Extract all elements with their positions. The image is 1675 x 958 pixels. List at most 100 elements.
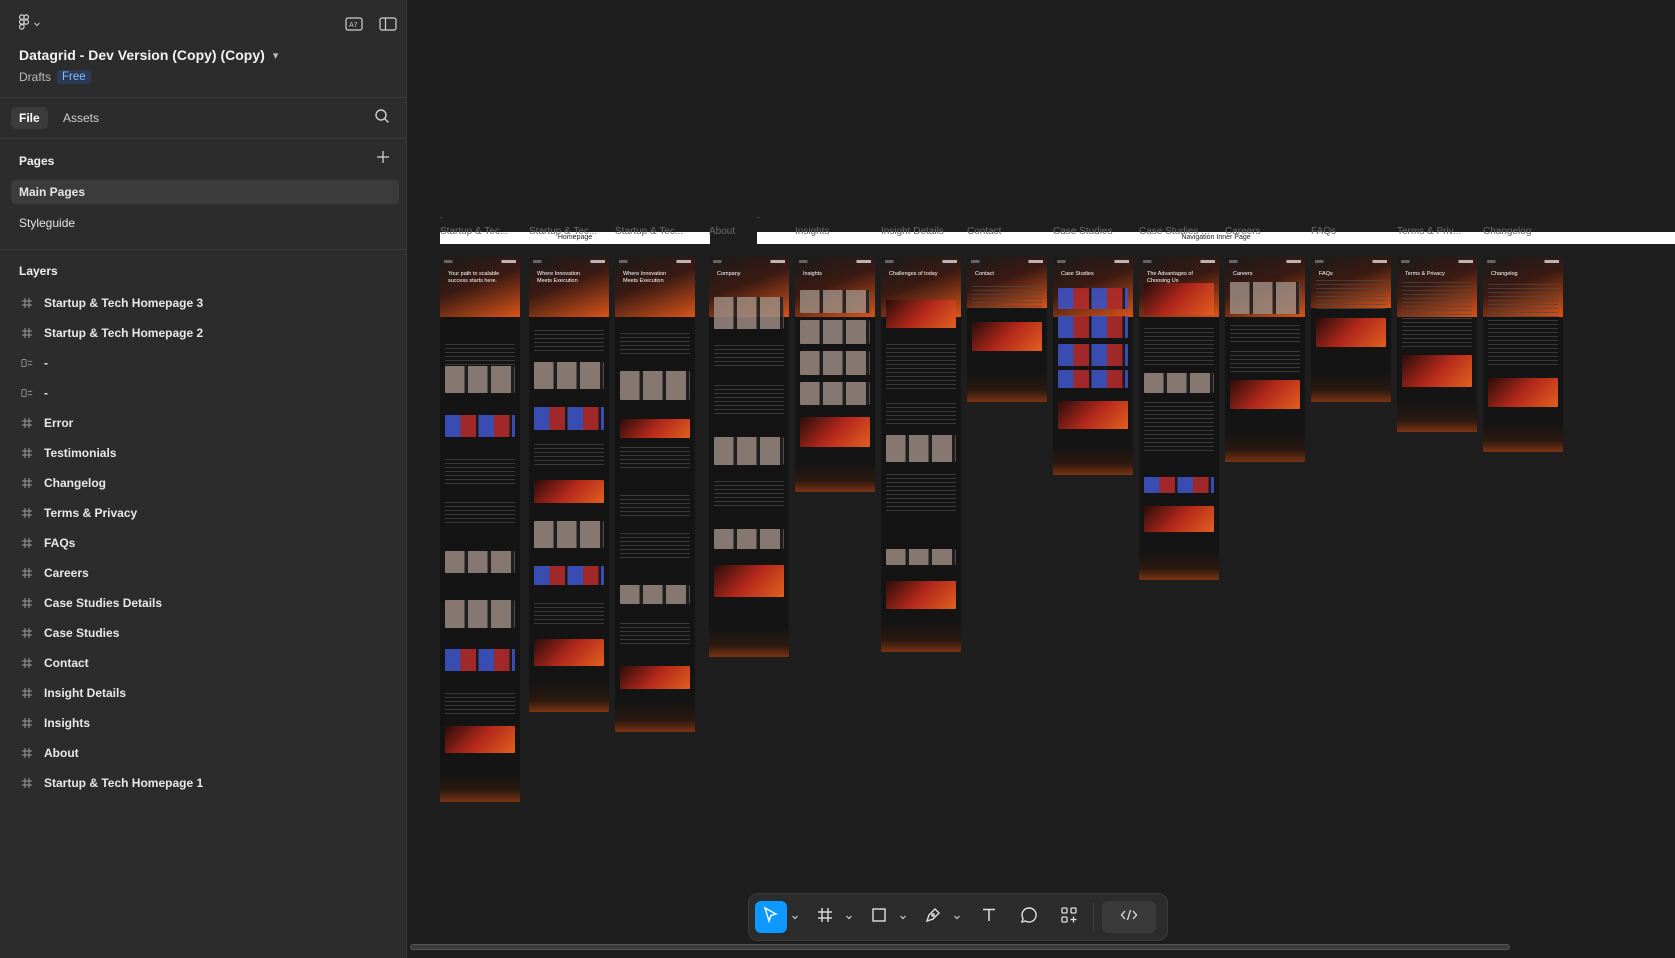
frame-thumbnail[interactable]: Where Innovation Meets Execution [529, 257, 609, 712]
move-tool-button[interactable] [755, 901, 787, 933]
frame-label[interactable]: Contact [967, 226, 1047, 237]
frame-content-block [1401, 355, 1473, 387]
layer-item[interactable]: About [11, 741, 399, 765]
frame-thumbnail[interactable]: FAQs [1311, 257, 1391, 402]
frame-thumbnail[interactable]: The Advantages of Choosing Us [1139, 257, 1219, 580]
frame-hero: Where Innovation Meets Execution [615, 257, 695, 317]
frame-tool-menu[interactable] [843, 901, 855, 933]
tab-file[interactable]: File [11, 107, 48, 129]
layer-item[interactable]: Careers [11, 561, 399, 585]
frame-content-block [444, 693, 516, 715]
design-canvas[interactable]: - Homepage - Navigation Inner Page Start… [407, 0, 1675, 958]
frame-label[interactable]: Insights [795, 226, 875, 237]
dev-mode-toggle[interactable] [1102, 901, 1156, 933]
main-menu-button[interactable] [18, 13, 52, 34]
file-location[interactable]: Drafts [19, 70, 51, 84]
frame-hero-text: Case Studies [1061, 271, 1094, 277]
tab-assets[interactable]: Assets [55, 107, 107, 129]
actions-tool-button[interactable] [1053, 901, 1085, 933]
frame-content-block [713, 345, 785, 369]
frame-tool-button[interactable] [809, 901, 841, 933]
frame-icon [21, 297, 33, 309]
frame-label[interactable]: Changelog [1483, 226, 1563, 237]
file-title-button[interactable]: Datagrid - Dev Version (Copy) (Copy) ▾ [19, 47, 278, 63]
layer-item[interactable]: Terms & Privacy [11, 501, 399, 525]
frame-content-block [444, 344, 516, 366]
layer-item[interactable]: FAQs [11, 531, 399, 555]
layer-item[interactable]: Insights [11, 711, 399, 735]
ai-toggle-button[interactable]: A? [343, 13, 365, 35]
frame-content-block [533, 443, 605, 467]
layer-item[interactable]: - [11, 351, 399, 375]
frame-label[interactable]: Startup & Tec... [529, 226, 609, 237]
layer-item[interactable]: Startup & Tech Homepage 1 [11, 771, 399, 795]
text-tool-button[interactable] [973, 901, 1005, 933]
frame-thumbnail[interactable]: Terms & Privacy [1397, 257, 1477, 432]
layer-item[interactable]: Case Studies [11, 621, 399, 645]
chevron-down-icon [953, 908, 961, 926]
page-item-main-pages[interactable]: Main Pages [11, 180, 399, 204]
layer-item[interactable]: Insight Details [11, 681, 399, 705]
frame-thumbnail[interactable]: Your path to scalable success starts her… [440, 257, 520, 802]
frame-footer [795, 462, 875, 492]
frame-label[interactable]: Careers [1225, 226, 1305, 237]
frame-thumbnail[interactable]: Contact [967, 257, 1047, 402]
frame-thumbnail[interactable]: Challenges of today [881, 257, 961, 652]
layer-item[interactable]: Startup & Tech Homepage 2 [11, 321, 399, 345]
frame-label[interactable]: Case Studies [1053, 226, 1133, 237]
move-tool-menu[interactable] [789, 901, 801, 933]
layer-item[interactable]: Startup & Tech Homepage 3 [11, 291, 399, 315]
file-meta: Drafts Free [19, 70, 91, 84]
frame-content-block [1229, 351, 1301, 372]
layer-item[interactable]: Contact [11, 651, 399, 675]
add-page-button[interactable] [376, 150, 394, 168]
frame-thumbnail[interactable]: Careers [1225, 257, 1305, 462]
frame-thumbnail[interactable]: Where Innovation Meets Execution [615, 257, 695, 732]
pen-tool-button[interactable] [917, 901, 949, 933]
frame-label[interactable]: FAQs [1311, 226, 1391, 237]
frame-label[interactable]: Terms & Priv... [1397, 226, 1477, 237]
frame-icon [21, 417, 33, 429]
frame-content-block [619, 532, 691, 561]
frame-label[interactable]: Insight Details [881, 226, 961, 237]
pages-section: Pages Main Pages Styleguide [0, 139, 406, 250]
horizontal-scrollbar[interactable] [410, 944, 1510, 950]
frame-hero-text: Insights [803, 271, 822, 277]
frame-content-block [885, 580, 957, 609]
search-layers-button[interactable] [374, 108, 394, 128]
frame-label[interactable]: About [709, 226, 789, 237]
shape-tool-menu[interactable] [897, 901, 909, 933]
pen-tool-menu[interactable] [951, 901, 963, 933]
frame-thumbnail[interactable]: Insights [795, 257, 875, 492]
frame-thumbnail[interactable]: Case Studies [1053, 257, 1133, 475]
layer-item[interactable]: Testimonials [11, 441, 399, 465]
frame-content-block [799, 351, 871, 375]
layer-item[interactable]: Case Studies Details [11, 591, 399, 615]
frame-label[interactable]: Startup & Tec... [615, 226, 695, 237]
page-item-styleguide[interactable]: Styleguide [11, 211, 399, 235]
frame-thumbnail[interactable]: Company [709, 257, 789, 657]
layer-item[interactable]: - [11, 381, 399, 405]
pen-icon [924, 906, 942, 929]
frame-footer [967, 372, 1047, 402]
frame-footer [709, 627, 789, 657]
layer-item[interactable]: Changelog [11, 471, 399, 495]
frame-icon [21, 477, 33, 489]
frame-nav [1315, 260, 1387, 263]
shape-tool-button[interactable] [863, 901, 895, 933]
toolbar-divider [1093, 903, 1094, 931]
panel-toggle-button[interactable] [377, 13, 399, 35]
frame-content-block [619, 371, 691, 400]
svg-text:A?: A? [349, 21, 358, 29]
frame-content-block [1143, 505, 1215, 532]
frame-content-block [1229, 324, 1301, 346]
comment-tool-button[interactable] [1013, 901, 1045, 933]
section-icon [21, 357, 33, 369]
layer-item[interactable]: Error [11, 411, 399, 435]
frame-label[interactable]: Case Studies ... [1139, 226, 1219, 237]
frame-thumbnail[interactable]: Changelog [1483, 257, 1563, 452]
frame-label[interactable]: Startup & Tec... [440, 226, 520, 237]
bottom-toolbar [748, 893, 1168, 941]
frame-content-block [1143, 373, 1215, 393]
rectangle-icon [870, 906, 888, 929]
